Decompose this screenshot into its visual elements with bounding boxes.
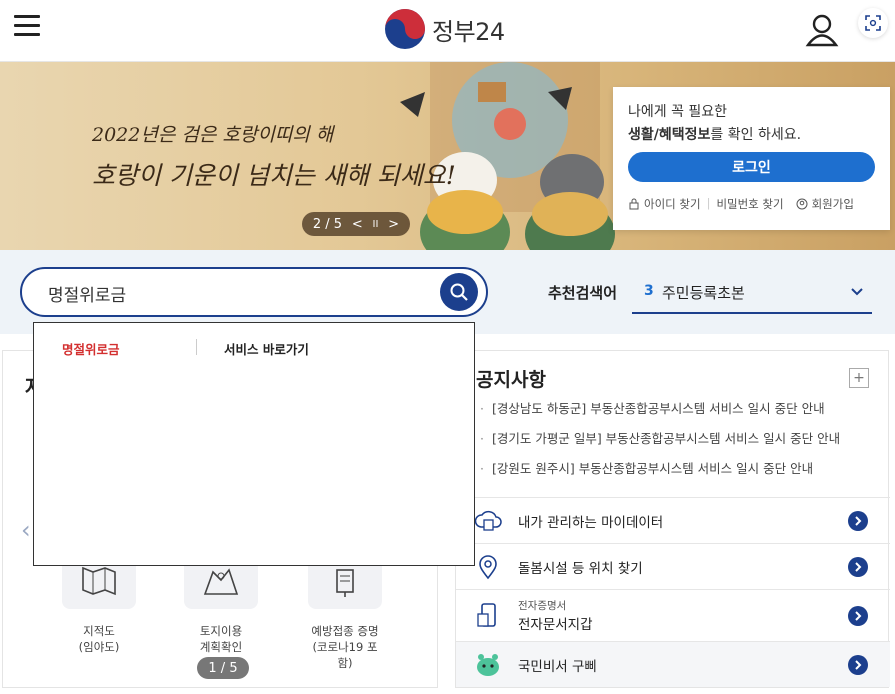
- slide-counter: 2 / 5: [312, 216, 343, 232]
- signup-label: 회원가입: [811, 197, 854, 211]
- service-shortcut-link[interactable]: 서비스 바로가기: [224, 339, 309, 358]
- recommended-search-dropdown[interactable]: 3 주민등록초본: [632, 272, 872, 314]
- find-password-link[interactable]: 비밀번호 찾기: [716, 196, 783, 212]
- autocomplete-divider: [196, 339, 197, 355]
- cloud-data-icon: [474, 507, 502, 535]
- notice-item[interactable]: [강원도 원주시] 부동산종합공부시스템 서비스 일시 중단 안내: [480, 461, 840, 491]
- carousel-prev-icon[interactable]: ‹: [21, 516, 31, 544]
- phone-document-icon: [474, 602, 502, 630]
- quick-link-label: 전자증명서 전자문서지갑: [518, 598, 593, 633]
- chevron-right-icon: [848, 511, 868, 531]
- chevron-right-icon: [848, 655, 868, 675]
- notice-panel: 공지사항 + [경상남도 하동군] 부동산종합공부시스템 서비스 일시 중단 안…: [455, 350, 890, 688]
- quick-link-main-label: 전자문서지갑: [518, 617, 593, 633]
- search-box: [20, 267, 488, 317]
- mascot-icon: [474, 651, 502, 679]
- autocomplete-suggestion[interactable]: 명절위로금: [62, 339, 120, 358]
- lock-icon: [629, 198, 639, 210]
- search-icon: [450, 283, 468, 301]
- scan-icon[interactable]: [858, 8, 888, 38]
- service-label: 토지이용 계획확인: [199, 624, 243, 654]
- chevron-right-icon: [848, 606, 868, 626]
- chevron-right-icon: [848, 557, 868, 577]
- taegeuk-icon: [385, 9, 425, 49]
- logo-text: 정부24: [432, 17, 505, 46]
- recommended-rank: 3: [644, 283, 654, 299]
- find-id-link[interactable]: 아이디 찾기: [628, 196, 701, 212]
- search-button[interactable]: [440, 273, 478, 311]
- service-item-land-use[interactable]: 토지이용 계획확인: [181, 553, 261, 655]
- login-card: 나에게 꼭 필요한 생활/혜택정보를 확인 하세요. 로그인 아이디 찾기 | …: [613, 87, 890, 230]
- quick-link-label: 국민비서 구삐: [518, 658, 597, 675]
- login-message-bold: 생활/혜택정보: [628, 127, 711, 143]
- signup-link[interactable]: 회원가입: [796, 196, 854, 212]
- notice-title: 공지사항: [476, 369, 546, 391]
- quick-link-e-wallet[interactable]: 전자증명서 전자문서지갑: [456, 589, 890, 641]
- quick-link-sublabel: 전자증명서: [518, 600, 567, 612]
- pause-button[interactable]: II: [373, 219, 379, 230]
- login-message-rest: 를 확인 하세요.: [710, 127, 802, 143]
- banner-slider-control: 2 / 5 < II >: [302, 212, 410, 236]
- notice-item[interactable]: [경상남도 하동군] 부동산종합공부시스템 서비스 일시 중단 안내: [480, 401, 840, 431]
- service-item-vaccination[interactable]: 예방접종 증명 (코로나19 포함): [305, 553, 385, 671]
- carousel-page-indicator: 1 / 5: [197, 657, 249, 679]
- service-label: 지적도 (임야도): [78, 624, 120, 654]
- user-circle-icon: [796, 198, 808, 210]
- site-logo[interactable]: 정부24: [384, 8, 505, 50]
- login-message-2: 생활/혜택정보를 확인 하세요.: [628, 124, 875, 144]
- quick-link-gubbi[interactable]: 국민비서 구삐: [456, 641, 890, 687]
- recommended-search-label: 추천검색어: [548, 284, 618, 302]
- prev-slide-button[interactable]: <: [352, 217, 363, 232]
- location-pin-icon: [474, 553, 502, 581]
- notice-item[interactable]: [경기도 가평군 일부] 부동산종합공부시스템 서비스 일시 중단 안내: [480, 431, 840, 461]
- search-autocomplete-dropdown: 명절위로금 서비스 바로가기: [33, 322, 475, 566]
- top-header: 정부24: [0, 0, 895, 62]
- quick-link-label: 돌봄시설 등 위치 찾기: [518, 560, 643, 577]
- user-account-icon[interactable]: [804, 12, 840, 48]
- search-input[interactable]: [48, 281, 428, 305]
- recommended-term: 주민등록초본: [662, 284, 745, 302]
- quick-link-care-facility[interactable]: 돌봄시설 등 위치 찾기: [456, 543, 890, 589]
- next-slide-button[interactable]: >: [388, 217, 399, 232]
- banner-headline-1: 2022년은 검은 호랑이띠의 해: [92, 124, 334, 146]
- login-message-1: 나에게 꼭 필요한: [628, 104, 728, 120]
- chevron-down-icon: [851, 288, 863, 296]
- quick-link-mydata[interactable]: 내가 관리하는 마이데이터: [456, 497, 890, 543]
- login-links: 아이디 찾기 | 비밀번호 찾기 회원가입: [628, 196, 875, 212]
- notice-list: [경상남도 하동군] 부동산종합공부시스템 서비스 일시 중단 안내 [경기도 …: [480, 401, 840, 491]
- find-id-label: 아이디 찾기: [644, 197, 701, 211]
- link-divider: |: [706, 196, 711, 210]
- hamburger-menu-icon[interactable]: [14, 15, 40, 37]
- notice-more-button[interactable]: +: [849, 368, 869, 388]
- service-item-cadastral-map[interactable]: 지적도 (임야도): [59, 553, 139, 655]
- login-button[interactable]: 로그인: [628, 152, 875, 182]
- service-label: 예방접종 증명 (코로나19 포함): [311, 624, 379, 670]
- quick-link-label: 내가 관리하는 마이데이터: [518, 514, 664, 531]
- banner-headline-2: 호랑이 기운이 넘치는 새해 되세요!: [92, 161, 456, 190]
